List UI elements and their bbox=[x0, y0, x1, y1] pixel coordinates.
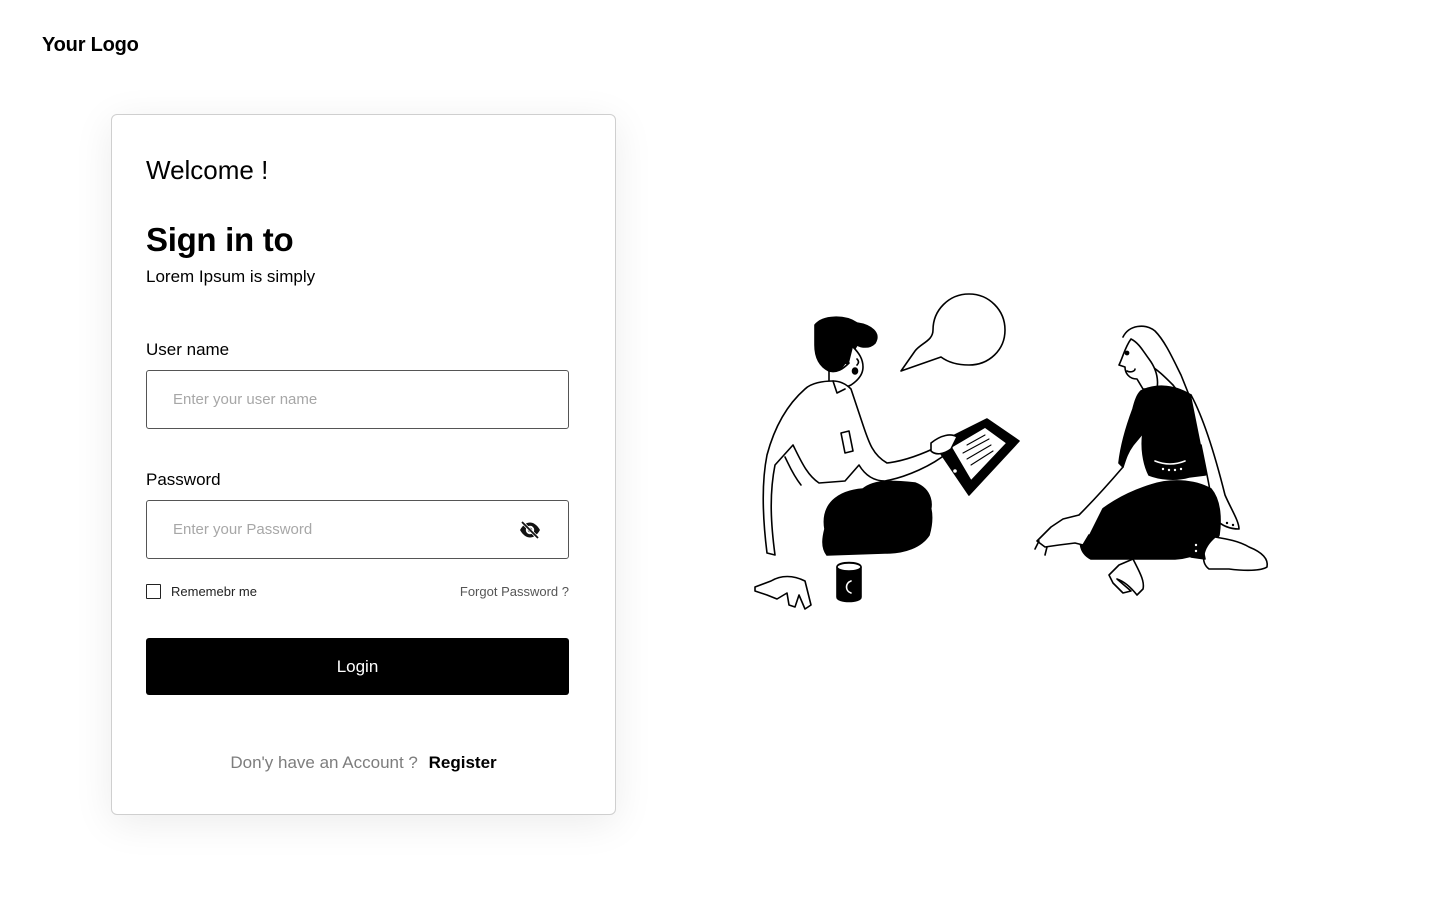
remember-label: Rememebr me bbox=[171, 584, 257, 599]
logo[interactable]: Your Logo bbox=[42, 34, 139, 57]
people-conversation-illustration bbox=[745, 285, 1285, 625]
forgot-password-link[interactable]: Forgot Password ? bbox=[460, 584, 569, 599]
register-question: Don'y have an Account ? bbox=[230, 753, 418, 772]
password-field-wrapper bbox=[146, 500, 569, 559]
welcome-heading: Welcome ! bbox=[146, 155, 269, 185]
password-input[interactable] bbox=[147, 501, 568, 558]
username-label: User name bbox=[146, 340, 230, 359]
register-prompt: Don'y have an Account ? Register bbox=[112, 753, 615, 773]
signin-title: Sign in to bbox=[146, 221, 294, 258]
username-input[interactable] bbox=[147, 371, 568, 428]
tablet-icon bbox=[934, 418, 1020, 496]
login-card: Welcome ! Sign in to Lorem Ipsum is simp… bbox=[111, 114, 616, 815]
eye-slash-icon[interactable] bbox=[518, 519, 542, 541]
username-field-wrapper bbox=[146, 370, 569, 429]
register-link[interactable]: Register bbox=[429, 753, 497, 772]
remember-checkbox[interactable] bbox=[146, 584, 161, 599]
signin-subtitle: Lorem Ipsum is simply bbox=[146, 267, 316, 286]
remember-me[interactable]: Rememebr me bbox=[146, 584, 257, 599]
speech-bubble-icon bbox=[900, 293, 1006, 372]
password-label: Password bbox=[146, 470, 221, 489]
login-button[interactable]: Login bbox=[146, 638, 569, 695]
